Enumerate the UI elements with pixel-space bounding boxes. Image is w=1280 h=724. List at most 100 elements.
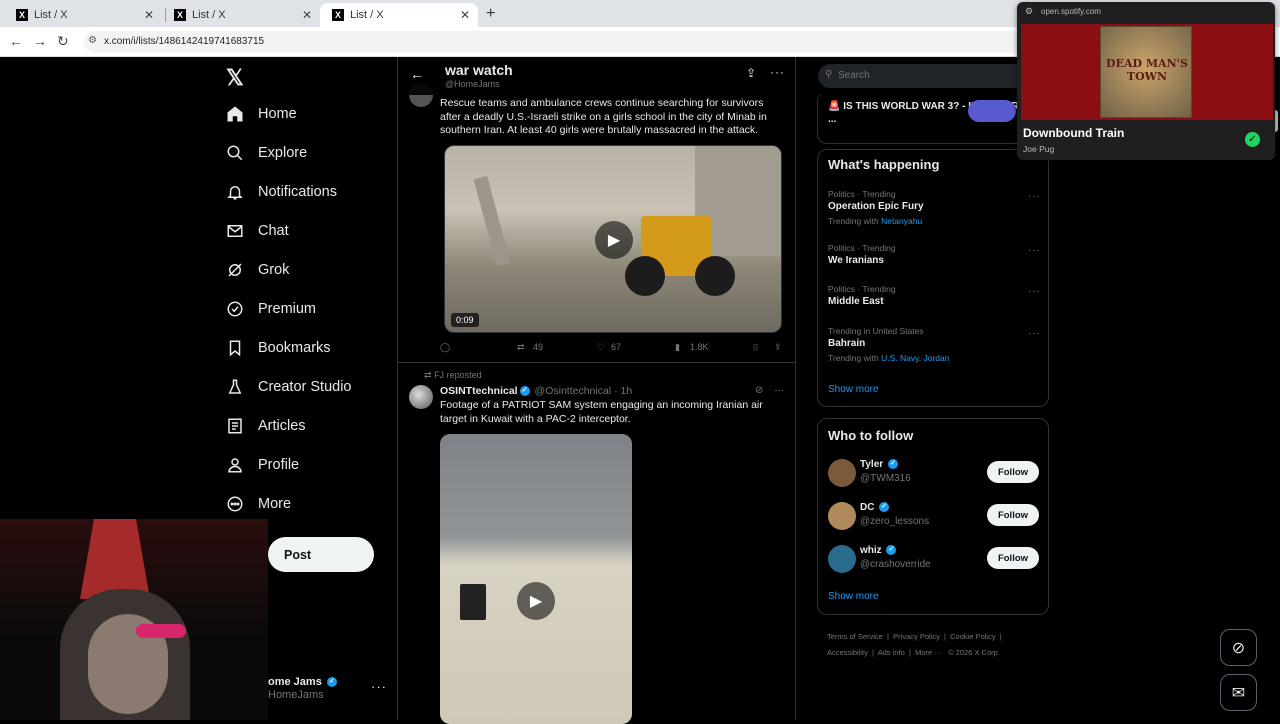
- mail-icon[interactable]: ✉: [1220, 674, 1257, 711]
- close-icon[interactable]: ✕: [302, 8, 312, 22]
- tweet-text: Footage of a PATRIOT SAM system engaging…: [440, 399, 763, 425]
- follow-button[interactable]: Follow: [987, 461, 1039, 483]
- views-icon[interactable]: ▮: [675, 342, 680, 353]
- video-frame-detail: [625, 256, 665, 296]
- sidebar-item-profile[interactable]: Profile: [226, 456, 299, 474]
- more-dots-icon[interactable]: ···: [770, 65, 785, 79]
- search-input[interactable]: ⚲ Search: [818, 64, 1048, 88]
- sidebar-item-grok[interactable]: Grok: [226, 261, 289, 279]
- spotify-miniplayer[interactable]: ⚙ open.spotify.com DEAD MAN'S TOWN Downb…: [1017, 2, 1275, 160]
- avatar[interactable]: [828, 502, 856, 530]
- browser-tab[interactable]: X List / X ✕: [162, 3, 320, 27]
- retweet-icon[interactable]: ⇄: [517, 342, 525, 353]
- follow-name[interactable]: Tyler ✓: [860, 459, 900, 470]
- sidebar-item-label: Grok: [258, 262, 290, 278]
- trend-name[interactable]: Middle East: [828, 296, 884, 307]
- trend-category: Politics · Trending: [828, 284, 896, 294]
- close-icon[interactable]: ✕: [460, 8, 470, 22]
- x-logo-icon[interactable]: 𝕏: [226, 65, 244, 91]
- more-dots-icon[interactable]: ···: [774, 385, 784, 396]
- play-icon[interactable]: ▶: [595, 221, 633, 259]
- share-icon[interactable]: ⇪: [746, 66, 756, 80]
- sidebar-item-explore[interactable]: Explore: [226, 144, 307, 162]
- trend-link[interactable]: U.S. Navy, Jordan: [881, 353, 949, 363]
- tweet-text: Rescue teams and ambulance crews continu…: [440, 97, 767, 136]
- sidebar-item-creator-studio[interactable]: Creator Studio: [226, 378, 352, 396]
- footer-link[interactable]: Accessibility: [827, 648, 868, 657]
- more-dots-icon[interactable]: ···: [1028, 286, 1041, 297]
- search-placeholder: Search: [838, 70, 870, 81]
- more-dots-icon[interactable]: ···: [371, 679, 387, 694]
- back-arrow-icon[interactable]: ←: [410, 66, 424, 82]
- tweet-video[interactable]: ▶: [440, 434, 632, 724]
- bookmark-icon[interactable]: ⌷: [753, 342, 758, 353]
- show-more-link[interactable]: Show more: [828, 591, 879, 602]
- tweet-video[interactable]: ▶ 0:09: [444, 145, 782, 333]
- sidebar-item-articles[interactable]: Articles: [226, 417, 306, 435]
- reply-icon[interactable]: ◯: [440, 342, 450, 353]
- follow-name[interactable]: DC ✓: [860, 502, 891, 513]
- footer-link[interactable]: Cookie Policy: [950, 632, 995, 641]
- post-button[interactable]: Post: [268, 537, 374, 572]
- album-art: DEAD MAN'S TOWN: [1100, 26, 1192, 118]
- sidebar-item-bookmarks[interactable]: Bookmarks: [226, 339, 331, 357]
- track-title[interactable]: Downbound Train: [1023, 126, 1124, 140]
- author-handle[interactable]: @Osinttechnical: [535, 385, 612, 397]
- avatar[interactable]: [409, 385, 433, 409]
- live-card[interactable]: 🚨 IS THIS WORLD WAR 3? - IRAN WAR LIVE .…: [817, 92, 1049, 144]
- footer-link[interactable]: Privacy Policy: [893, 632, 940, 641]
- footer-link[interactable]: More ···: [915, 648, 942, 657]
- close-icon[interactable]: ✕: [144, 8, 154, 22]
- forward-arrow-icon[interactable]: →: [33, 33, 47, 49]
- trend-name[interactable]: Operation Epic Fury: [828, 201, 924, 212]
- trend-category: Trending in United States: [828, 326, 924, 336]
- more-dots-icon[interactable]: ···: [1028, 245, 1041, 256]
- footer-link[interactable]: Ads info: [878, 648, 905, 657]
- like-icon[interactable]: ♡: [597, 342, 605, 353]
- trend-link[interactable]: Netanyahu: [881, 216, 922, 226]
- new-tab-icon[interactable]: +: [486, 5, 495, 23]
- site-info-icon[interactable]: ⚙: [88, 35, 97, 46]
- more-dots-icon[interactable]: ···: [1028, 191, 1041, 202]
- webcam-overlay: [0, 519, 268, 720]
- footer-link[interactable]: Terms of Service: [827, 632, 883, 641]
- tweet-time[interactable]: · 1h: [614, 385, 632, 397]
- play-icon[interactable]: ▶: [517, 582, 555, 620]
- browser-tab-active[interactable]: X List / X ✕: [320, 3, 478, 27]
- sidebar-item-more[interactable]: More: [226, 495, 291, 513]
- sidebar-item-label: Profile: [258, 457, 300, 473]
- account-name[interactable]: ome Jams ✓: [268, 676, 339, 688]
- reload-icon[interactable]: ↻: [57, 33, 69, 50]
- mail-icon: [227, 225, 243, 237]
- copyright: © 2026 X Corp.: [948, 648, 1000, 657]
- search-icon: ⚲: [825, 69, 833, 80]
- verified-badge-icon: ✓: [879, 502, 890, 513]
- follow-button[interactable]: Follow: [987, 504, 1039, 526]
- trend-name[interactable]: Bahrain: [828, 338, 865, 349]
- browser-tab[interactable]: X List / X ✕: [4, 3, 162, 27]
- track-artist[interactable]: Joe Pug: [1023, 144, 1054, 154]
- avatar[interactable]: [828, 545, 856, 573]
- saved-check-icon[interactable]: ✓: [1245, 132, 1260, 147]
- back-arrow-icon[interactable]: ←: [9, 33, 23, 49]
- trend-with: Trending with U.S. Navy, Jordan: [828, 353, 949, 363]
- follow-name[interactable]: whiz ✓: [860, 545, 898, 556]
- avatar[interactable]: [828, 459, 856, 487]
- page-title: war watch: [445, 62, 513, 78]
- trend-name[interactable]: We Iranians: [828, 255, 884, 266]
- page-subtitle: @HomeJams: [445, 79, 500, 89]
- sidebar-item-home[interactable]: Home: [226, 105, 297, 123]
- follow-button[interactable]: Follow: [987, 547, 1039, 569]
- sidebar-item-notifications[interactable]: Notifications: [226, 183, 337, 201]
- url-text: x.com/i/lists/1486142419741683715: [104, 36, 265, 47]
- sidebar-item-premium[interactable]: Premium: [226, 300, 316, 318]
- show-more-link[interactable]: Show more: [828, 384, 879, 395]
- share-icon[interactable]: ⇪: [774, 342, 782, 353]
- grok-icon[interactable]: ⊘: [1220, 629, 1257, 666]
- author-name[interactable]: OSINTtechnical: [440, 385, 518, 397]
- sidebar-item-chat[interactable]: Chat: [226, 222, 289, 240]
- url-field[interactable]: ⚙ x.com/i/lists/1486142419741683715: [84, 31, 1024, 53]
- grok-icon[interactable]: ⊘: [755, 385, 763, 396]
- like-count: 67: [611, 342, 622, 352]
- more-dots-icon[interactable]: ···: [1028, 328, 1041, 339]
